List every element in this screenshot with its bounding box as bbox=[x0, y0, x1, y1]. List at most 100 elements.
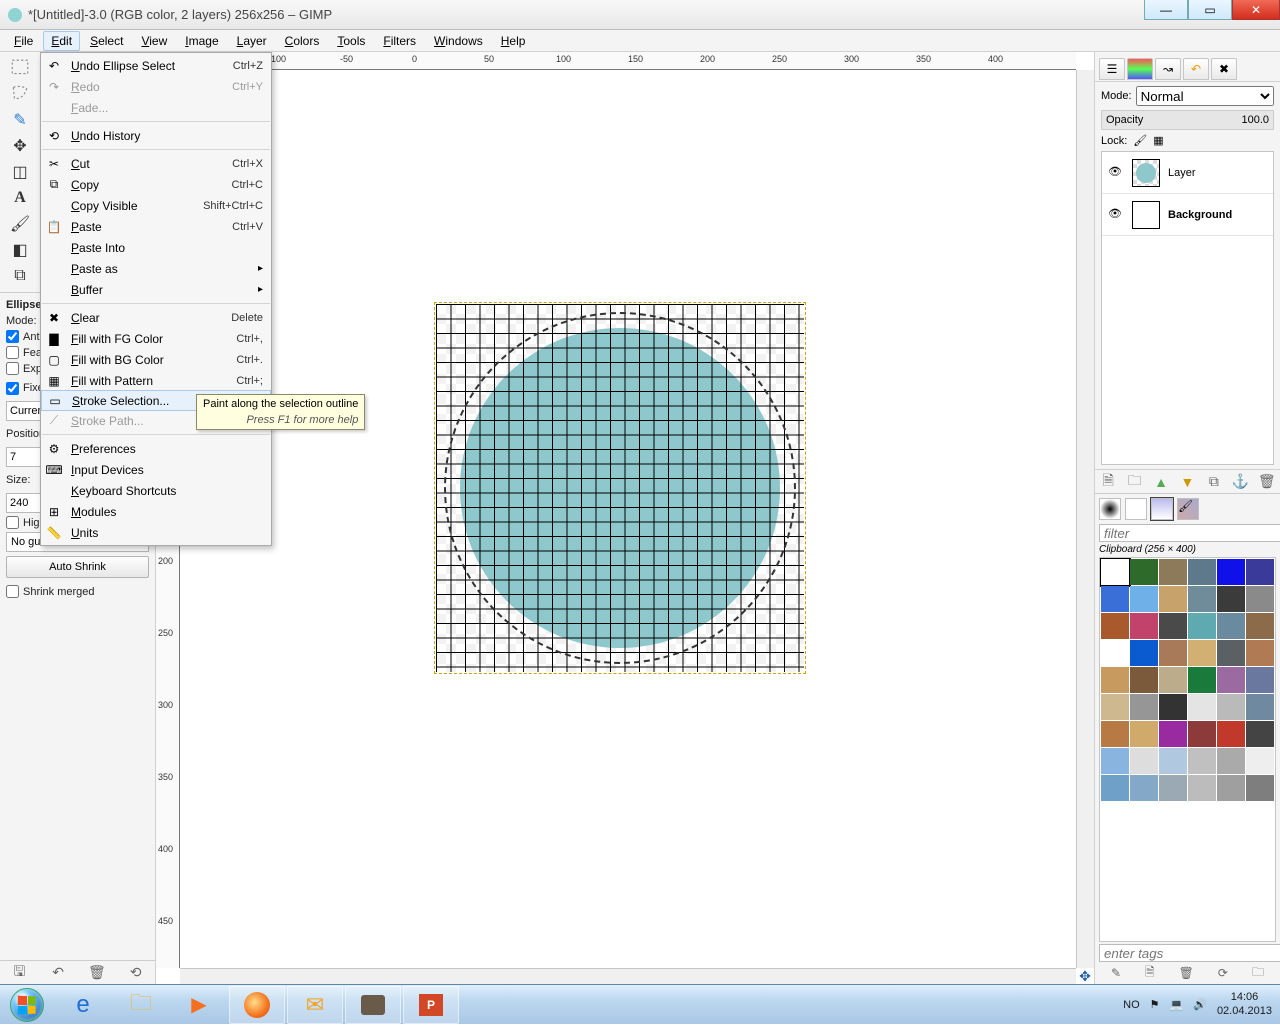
pattern-filter-input[interactable] bbox=[1099, 524, 1280, 542]
taskbar-gimp-icon[interactable] bbox=[345, 986, 401, 1024]
pattern-swatch[interactable] bbox=[1217, 694, 1245, 720]
edit-menu-copy[interactable]: ⧉CopyCtrl+C bbox=[41, 174, 271, 195]
layer-up-icon[interactable]: ▲ bbox=[1152, 473, 1170, 491]
tab-layers-icon[interactable]: ☰ bbox=[1099, 58, 1125, 80]
tab-brush-icon[interactable] bbox=[1099, 498, 1121, 520]
tool-eraser[interactable]: ◧ bbox=[10, 240, 30, 260]
menu-tools[interactable]: Tools bbox=[329, 31, 373, 51]
tray-volume-icon[interactable]: 🔊 bbox=[1193, 998, 1207, 1011]
pattern-swatch[interactable] bbox=[1246, 748, 1274, 774]
pattern-edit-icon[interactable]: ✎ bbox=[1111, 966, 1121, 980]
edit-menu-fill-with-fg-color[interactable]: ▇Fill with FG ColorCtrl+, bbox=[41, 328, 271, 349]
pattern-swatch[interactable] bbox=[1246, 721, 1274, 747]
pattern-swatch[interactable] bbox=[1159, 640, 1187, 666]
pattern-swatch[interactable] bbox=[1130, 721, 1158, 747]
pattern-swatch[interactable] bbox=[1246, 613, 1274, 639]
toolopt-delete-icon[interactable]: 🗑 bbox=[88, 964, 106, 982]
menu-select[interactable]: Select bbox=[82, 31, 131, 51]
tab-gradient-icon[interactable] bbox=[1151, 498, 1173, 520]
pattern-swatch[interactable] bbox=[1217, 667, 1245, 693]
pattern-swatch[interactable] bbox=[1188, 748, 1216, 774]
pattern-swatch[interactable] bbox=[1101, 748, 1129, 774]
toolopt-save-icon[interactable]: 🖫 bbox=[10, 964, 28, 982]
pattern-swatch[interactable] bbox=[1217, 748, 1245, 774]
edit-menu-fill-with-bg-color[interactable]: ▢Fill with BG ColorCtrl+. bbox=[41, 349, 271, 370]
pattern-swatch[interactable] bbox=[1217, 586, 1245, 612]
layer-down-icon[interactable]: ▼ bbox=[1178, 473, 1196, 491]
auto-shrink-button[interactable]: Auto Shrink bbox=[6, 556, 149, 578]
tray-lang[interactable]: NO bbox=[1123, 999, 1140, 1011]
pattern-swatch[interactable] bbox=[1246, 775, 1274, 801]
pattern-swatch[interactable] bbox=[1130, 748, 1158, 774]
tab-font-icon[interactable]: 🖌 bbox=[1177, 498, 1199, 520]
pattern-swatch[interactable] bbox=[1188, 559, 1216, 585]
menu-colors[interactable]: Colors bbox=[277, 31, 328, 51]
taskbar-media-icon[interactable]: ▶ bbox=[171, 986, 227, 1024]
edit-menu-clear[interactable]: ✖ClearDelete bbox=[41, 307, 271, 328]
tool-move[interactable]: ✥ bbox=[10, 136, 30, 156]
pattern-swatch[interactable] bbox=[1246, 640, 1274, 666]
pattern-swatch[interactable] bbox=[1101, 640, 1129, 666]
start-button[interactable] bbox=[0, 985, 54, 1025]
pattern-tags-input[interactable] bbox=[1099, 944, 1280, 962]
layer-delete-icon[interactable]: 🗑 bbox=[1258, 473, 1276, 491]
menu-filters[interactable]: Filters bbox=[375, 31, 424, 51]
pattern-swatch[interactable] bbox=[1188, 721, 1216, 747]
edit-menu-input-devices[interactable]: ⌨Input Devices bbox=[41, 459, 271, 480]
menu-edit[interactable]: Edit bbox=[43, 31, 80, 51]
pattern-refresh-icon[interactable]: ⟳ bbox=[1218, 966, 1228, 980]
tab-pattern-icon[interactable] bbox=[1125, 498, 1147, 520]
navigation-cross-icon[interactable]: ✥ bbox=[1076, 968, 1094, 984]
highlight-checkbox[interactable] bbox=[6, 516, 19, 529]
pattern-swatch[interactable] bbox=[1159, 559, 1187, 585]
lock-pixels-icon[interactable]: 🖌 bbox=[1133, 134, 1147, 147]
pattern-swatch[interactable] bbox=[1101, 775, 1129, 801]
taskbar-powerpoint-icon[interactable]: P bbox=[403, 986, 459, 1024]
vertical-scrollbar[interactable] bbox=[1076, 70, 1094, 968]
horizontal-scrollbar[interactable] bbox=[180, 968, 1076, 984]
toolopt-reset-icon[interactable]: ⟲ bbox=[127, 964, 145, 982]
pattern-swatch[interactable] bbox=[1130, 586, 1158, 612]
lock-alpha-icon[interactable]: ▦ bbox=[1153, 134, 1163, 147]
pattern-swatch[interactable] bbox=[1188, 694, 1216, 720]
pattern-new-icon[interactable]: 🗎 bbox=[1145, 963, 1155, 984]
tool-free-select[interactable] bbox=[10, 84, 30, 104]
edit-menu-paste[interactable]: 📋PasteCtrl+V bbox=[41, 216, 271, 237]
edit-menu-keyboard-shortcuts[interactable]: Keyboard Shortcuts bbox=[41, 480, 271, 501]
canvas-viewport[interactable] bbox=[180, 70, 1076, 968]
tool-clone[interactable]: ⧉ bbox=[10, 266, 30, 286]
tool-rect-select[interactable] bbox=[10, 58, 30, 78]
menu-windows[interactable]: Windows bbox=[426, 31, 491, 51]
visibility-eye-icon[interactable]: 👁 bbox=[1108, 207, 1124, 223]
tool-crop[interactable]: ◫ bbox=[10, 162, 30, 182]
tab-paths-icon[interactable]: ↝ bbox=[1155, 58, 1181, 80]
tool-paintbrush[interactable]: 🖌 bbox=[10, 214, 30, 234]
pattern-swatch[interactable] bbox=[1217, 721, 1245, 747]
pattern-swatch[interactable] bbox=[1130, 559, 1158, 585]
pattern-swatch[interactable] bbox=[1130, 667, 1158, 693]
tab-channels-icon[interactable] bbox=[1127, 58, 1153, 80]
edit-menu-undo-ellipse-select[interactable]: ↶Undo Ellipse SelectCtrl+Z bbox=[41, 55, 271, 76]
expand-checkbox[interactable] bbox=[6, 362, 19, 375]
taskbar-explorer-icon[interactable]: 🗀 bbox=[113, 986, 169, 1024]
pattern-swatch[interactable] bbox=[1159, 613, 1187, 639]
feather-checkbox[interactable] bbox=[6, 346, 19, 359]
pattern-swatch[interactable] bbox=[1246, 667, 1274, 693]
edit-menu-undo-history[interactable]: ⟲Undo History bbox=[41, 125, 271, 146]
pattern-swatch[interactable] bbox=[1217, 640, 1245, 666]
layer-duplicate-icon[interactable]: ⧉ bbox=[1205, 473, 1223, 491]
pattern-swatch[interactable] bbox=[1101, 559, 1129, 585]
layer-row[interactable]: 👁Background bbox=[1102, 194, 1273, 236]
edit-menu-cut[interactable]: ✂CutCtrl+X bbox=[41, 153, 271, 174]
layer-new-icon[interactable]: 🗎 bbox=[1099, 473, 1117, 491]
pattern-swatch[interactable] bbox=[1217, 613, 1245, 639]
pattern-swatch[interactable] bbox=[1246, 694, 1274, 720]
tray-network-icon[interactable]: 💻 bbox=[1170, 998, 1184, 1011]
pattern-swatch[interactable] bbox=[1217, 775, 1245, 801]
maximize-button[interactable]: ▭ bbox=[1188, 0, 1232, 20]
layer-anchor-icon[interactable]: ⚓ bbox=[1231, 473, 1249, 491]
taskbar-outlook-icon[interactable]: ✉ bbox=[287, 986, 343, 1024]
opacity-slider[interactable]: Opacity 100.0 bbox=[1101, 110, 1274, 130]
layer-mode-select[interactable]: Normal bbox=[1136, 86, 1274, 106]
menu-view[interactable]: View bbox=[133, 31, 175, 51]
